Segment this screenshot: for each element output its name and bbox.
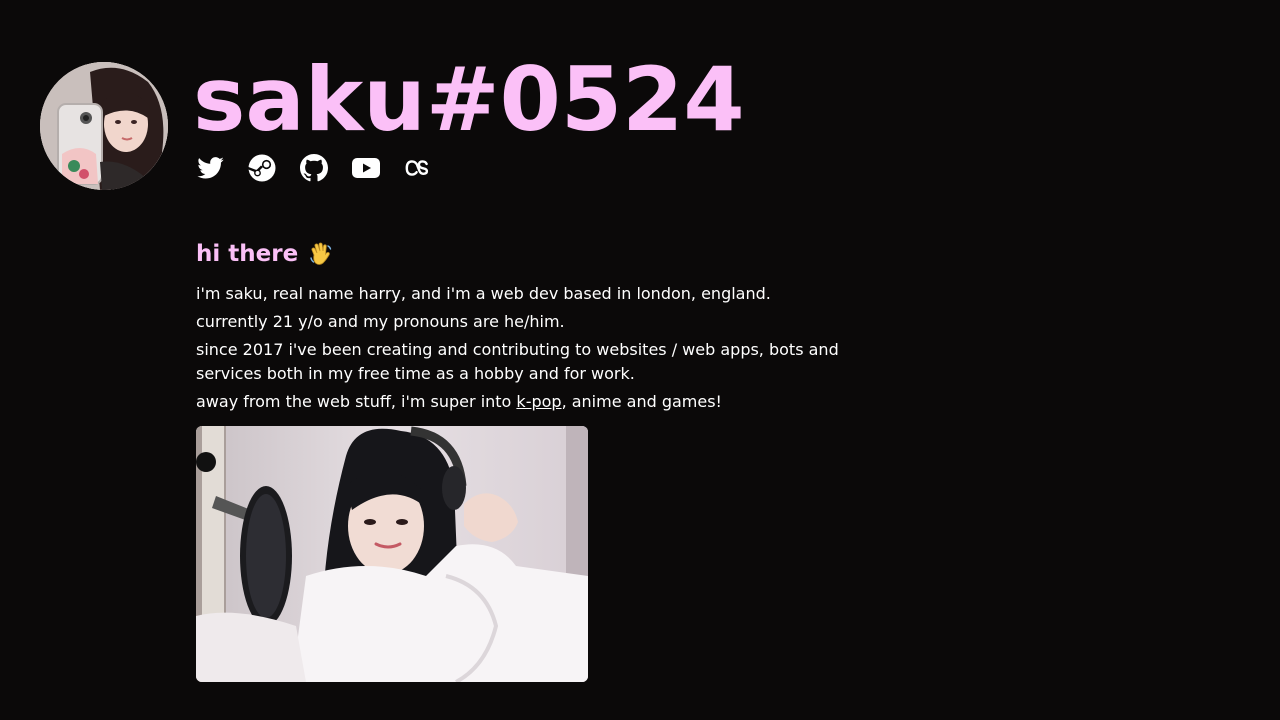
lastfm-link[interactable] [404,154,432,182]
page-title: saku#0524 [193,48,745,151]
intro-line-1: i'm saku, real name harry, and i'm a web… [196,284,771,303]
waving-hand-icon [308,241,334,267]
profile-page: saku#0524 hi there i'm saku, real name h… [0,0,1280,720]
intro-line-4: away from the web stuff, i'm super into … [196,390,856,414]
twitter-icon [196,157,224,179]
intro-line-4-suffix: , anime and games! [561,392,722,411]
intro-line-3: since 2017 i've been creating and contri… [196,340,839,383]
steam-link[interactable] [248,154,276,182]
steam-icon [248,154,276,182]
youtube-link[interactable] [352,154,380,182]
github-icon [300,154,328,182]
about-section: hi there i'm saku, real name harry, and … [196,238,856,418]
greeting-heading: hi there [196,238,856,270]
twitter-link[interactable] [196,154,224,182]
kpop-photo [196,426,588,682]
avatar-image [40,62,168,190]
greeting-text: hi there [196,241,299,267]
intro-line-2: currently 21 y/o and my pronouns are he/… [196,312,565,331]
social-links [196,154,456,182]
avatar [40,62,168,190]
photo-image [196,426,588,682]
intro-line-4-prefix: away from the web stuff, i'm super into [196,392,517,411]
lastfm-icon [405,160,429,176]
kpop-link[interactable]: k-pop [516,392,561,411]
github-link[interactable] [300,154,328,182]
youtube-icon [352,158,380,178]
